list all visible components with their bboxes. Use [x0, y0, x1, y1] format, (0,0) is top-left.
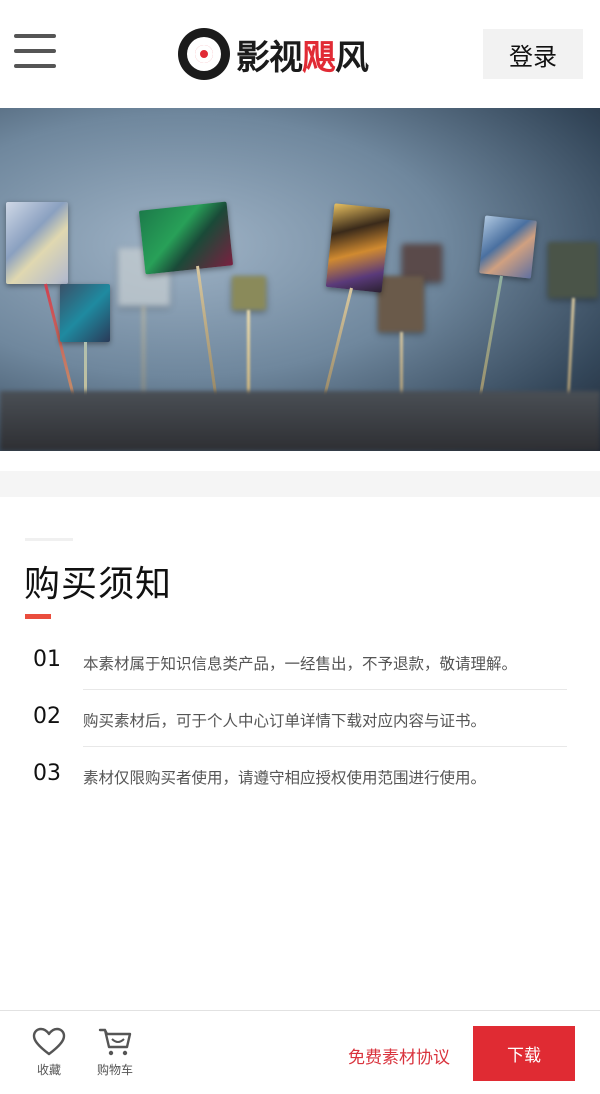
section-title: 购买须知 — [24, 564, 173, 605]
item-text: 购买素材后，可于个人中心订单详情下载对应内容与证书。 — [83, 712, 487, 730]
cart-button[interactable]: 购物车 — [91, 1027, 139, 1078]
cart-icon — [98, 1028, 132, 1056]
hero-image — [0, 108, 600, 451]
item-text: 素材仅限购买者使用，请遵守相应授权使用范围进行使用。 — [83, 769, 487, 787]
notice-list: 01 本素材属于知识信息类产品，一经售出，不予退款，敬请理解。 02 购买素材后… — [0, 633, 600, 804]
download-button[interactable]: 下载 — [473, 1026, 575, 1081]
hamburger-menu-icon[interactable] — [14, 34, 56, 70]
list-item: 03 素材仅限购买者使用，请遵守相应授权使用范围进行使用。 — [0, 747, 600, 804]
list-item: 02 购买素材后，可于个人中心订单详情下载对应内容与证书。 — [0, 690, 600, 747]
decorative-label — [25, 538, 73, 541]
section-spacer — [0, 471, 600, 497]
item-number: 02 — [33, 704, 61, 729]
login-button[interactable]: 登录 — [483, 29, 583, 79]
bottom-action-bar: 收藏 购物车 免费素材协议 下载 — [0, 1010, 600, 1094]
logo-mark-icon — [178, 28, 230, 80]
item-number: 03 — [33, 761, 61, 786]
favorite-label: 收藏 — [36, 1063, 61, 1077]
logo-text: 影视飓风 — [236, 37, 369, 78]
free-material-agreement-link[interactable]: 免费素材协议 — [348, 1043, 450, 1068]
item-number: 01 — [33, 647, 61, 672]
title-underline — [25, 614, 51, 619]
site-logo[interactable]: 影视飓风 — [178, 27, 369, 81]
top-header: 影视飓风 登录 — [0, 0, 600, 108]
list-item: 01 本素材属于知识信息类产品，一经售出，不予退款，敬请理解。 — [0, 633, 600, 690]
favorite-button[interactable]: 收藏 — [25, 1027, 73, 1078]
item-text: 本素材属于知识信息类产品，一经售出，不予退款，敬请理解。 — [83, 655, 518, 673]
heart-icon — [32, 1027, 66, 1056]
cart-label: 购物车 — [96, 1063, 133, 1077]
